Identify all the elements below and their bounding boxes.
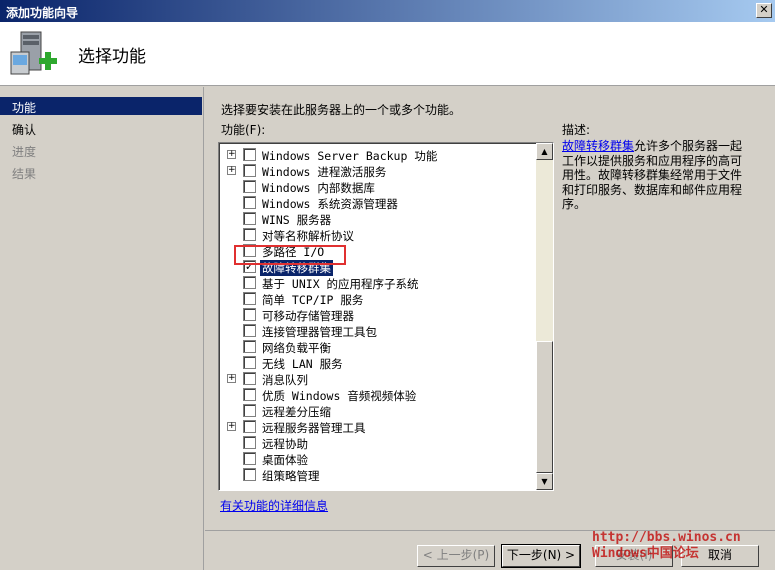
feature-row[interactable]: 对等名称解析协议	[219, 227, 535, 243]
feature-label: 对等名称解析协议	[262, 229, 354, 243]
feature-row[interactable]: + 消息队列	[219, 371, 535, 387]
feature-label: 组策略管理	[262, 469, 320, 483]
feature-label: 远程差分压缩	[262, 405, 331, 419]
feature-label: 远程协助	[262, 437, 308, 451]
feature-row[interactable]: 网络负载平衡	[219, 339, 535, 355]
feature-label: 优质 Windows 音频视频体验	[262, 389, 417, 403]
feature-checkbox[interactable]	[243, 324, 256, 337]
feature-row[interactable]: + 远程服务器管理工具	[219, 419, 535, 435]
next-button[interactable]: 下一步(N) >	[501, 544, 581, 568]
description-text: 故障转移群集允许多个服务器一起工作以提供服务和应用程序的高可用性。故障转移群集经…	[562, 139, 752, 212]
main-content: 选择要安装在此服务器上的一个或多个功能。 功能(F): 描述: 故障转移群集允许…	[205, 87, 775, 530]
wizard-header: 选择功能	[0, 22, 775, 86]
feature-row[interactable]: 无线 LAN 服务	[219, 355, 535, 371]
expand-icon[interactable]: +	[227, 374, 236, 383]
feature-checkbox[interactable]	[243, 292, 256, 305]
nav-step-features[interactable]: 功能	[0, 97, 202, 115]
feature-row[interactable]: 组策略管理	[219, 467, 535, 483]
close-icon[interactable]: ✕	[756, 3, 772, 18]
watermark: http://bbs.winos.cn Windows中国论坛	[592, 530, 741, 562]
expand-icon[interactable]: +	[227, 422, 236, 431]
feature-label: Windows 系统资源管理器	[262, 197, 398, 211]
nav-step-progress: 进度	[12, 145, 37, 159]
features-scrollbar[interactable]: ▲ ▼	[536, 143, 553, 490]
feature-label: Windows 内部数据库	[262, 181, 375, 195]
more-info-link[interactable]: 有关功能的详细信息	[220, 497, 328, 514]
feature-checkbox[interactable]	[243, 228, 256, 241]
feature-label: 连接管理器管理工具包	[262, 325, 377, 339]
scroll-thumb[interactable]	[536, 341, 553, 473]
expand-icon[interactable]: +	[227, 166, 236, 175]
nav-step-confirm[interactable]: 确认	[0, 119, 202, 137]
feature-label: 简单 TCP/IP 服务	[262, 293, 364, 307]
feature-label: Windows Server Backup 功能	[262, 149, 438, 163]
window-titlebar: 添加功能向导 ✕	[0, 0, 775, 22]
feature-row[interactable]: 基于 UNIX 的应用程序子系统	[219, 275, 535, 291]
scroll-down-icon[interactable]: ▼	[536, 473, 553, 490]
feature-row[interactable]: + Windows Server Backup 功能	[219, 147, 535, 163]
feature-checkbox[interactable]	[243, 148, 256, 161]
instruction-text: 选择要安装在此服务器上的一个或多个功能。	[221, 103, 462, 117]
nav-step-results: 结果	[12, 167, 37, 181]
feature-checkbox[interactable]	[243, 164, 256, 177]
feature-checkbox[interactable]	[243, 212, 256, 225]
feature-checkbox[interactable]	[243, 388, 256, 401]
feature-label: 可移动存储管理器	[262, 309, 354, 323]
feature-checkbox[interactable]	[243, 308, 256, 321]
feature-checkbox[interactable]	[243, 452, 256, 465]
annotation-highlight-box	[234, 245, 346, 265]
feature-row[interactable]: 远程差分压缩	[219, 403, 535, 419]
feature-checkbox[interactable]	[243, 372, 256, 385]
scroll-up-icon[interactable]: ▲	[536, 143, 553, 160]
feature-row[interactable]: Windows 系统资源管理器	[219, 195, 535, 211]
feature-checkbox[interactable]	[243, 356, 256, 369]
feature-row[interactable]: 远程协助	[219, 435, 535, 451]
feature-row[interactable]: 简单 TCP/IP 服务	[219, 291, 535, 307]
description-label: 描述:	[562, 123, 591, 137]
feature-row[interactable]: Windows 内部数据库	[219, 179, 535, 195]
feature-checkbox[interactable]	[243, 468, 256, 481]
feature-checkbox[interactable]	[243, 420, 256, 433]
watermark-text: Windows中国论坛	[592, 546, 699, 561]
feature-row[interactable]: WINS 服务器	[219, 211, 535, 227]
features-label: 功能(F):	[221, 123, 266, 137]
feature-label: 消息队列	[262, 373, 308, 387]
feature-checkbox[interactable]	[243, 276, 256, 289]
feature-label: 基于 UNIX 的应用程序子系统	[262, 277, 419, 291]
back-button[interactable]: < 上一步(P)	[417, 545, 495, 567]
window-title: 添加功能向导	[6, 6, 79, 20]
feature-row[interactable]: + Windows 进程激活服务	[219, 163, 535, 179]
feature-checkbox[interactable]	[243, 436, 256, 449]
feature-label: WINS 服务器	[262, 213, 332, 227]
watermark-url: http://bbs.winos.cn	[592, 530, 741, 545]
feature-checkbox[interactable]	[243, 180, 256, 193]
wizard-steps-nav: 功能 确认 进度 结果	[0, 87, 204, 570]
feature-checkbox[interactable]	[243, 404, 256, 417]
feature-checkbox[interactable]	[243, 340, 256, 353]
feature-label: 桌面体验	[262, 453, 308, 467]
feature-row[interactable]: 连接管理器管理工具包	[219, 323, 535, 339]
feature-row[interactable]: 优质 Windows 音频视频体验	[219, 387, 535, 403]
expand-icon[interactable]: +	[227, 150, 236, 159]
feature-row[interactable]: 桌面体验	[219, 451, 535, 467]
feature-label: 无线 LAN 服务	[262, 357, 343, 371]
feature-label: 远程服务器管理工具	[262, 421, 366, 435]
description-feature-link[interactable]: 故障转移群集	[562, 139, 634, 153]
feature-row[interactable]: 可移动存储管理器	[219, 307, 535, 323]
features-list[interactable]: + Windows Server Backup 功能 + Windows 进程激活服务…	[218, 142, 554, 491]
feature-label: 网络负载平衡	[262, 341, 331, 355]
page-title: 选择功能	[78, 47, 146, 67]
feature-label: Windows 进程激活服务	[262, 165, 387, 179]
feature-checkbox[interactable]	[243, 196, 256, 209]
server-add-icon	[10, 31, 57, 75]
